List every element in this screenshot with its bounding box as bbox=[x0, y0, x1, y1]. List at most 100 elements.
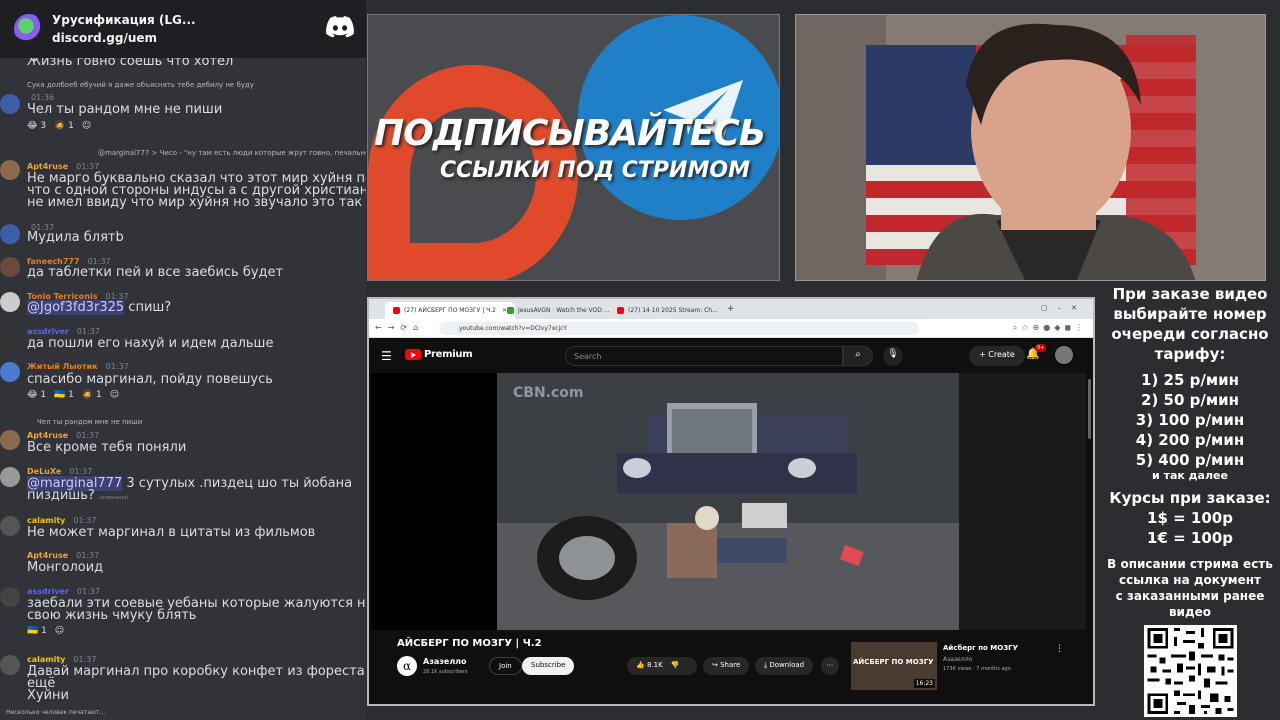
message-text: Давай маргинал про коробку конфет из фор… bbox=[27, 664, 366, 679]
username[interactable]: DeLuXe bbox=[27, 467, 61, 476]
username[interactable]: assdriver bbox=[27, 327, 69, 336]
search-icon[interactable]: ⌕ bbox=[843, 346, 873, 366]
avatar[interactable] bbox=[0, 467, 20, 487]
download-button[interactable]: ⤓ Download bbox=[755, 657, 814, 675]
reply-preview[interactable]: Сука долбоеб ебучий я даже объяснять теб… bbox=[27, 81, 254, 89]
avatar[interactable] bbox=[0, 362, 20, 382]
message-text-part: пиздишь? bbox=[27, 488, 95, 503]
new-tab-icon[interactable]: + bbox=[727, 304, 735, 314]
username[interactable]: calamity bbox=[27, 516, 65, 525]
avatar[interactable] bbox=[0, 327, 20, 347]
chat-header: Урусификация (LG... discord.gg/uem bbox=[0, 0, 366, 58]
avatar[interactable] bbox=[0, 587, 20, 607]
avatar[interactable] bbox=[0, 516, 20, 536]
username[interactable]: Житый Лыотик bbox=[27, 362, 98, 371]
user-mention[interactable]: @Jgof3fd3r325 bbox=[27, 300, 125, 315]
recommended-thumbnail[interactable]: АЙСБЕРГ ПО МОЗГУ 16:23 bbox=[851, 642, 937, 690]
browser-tab[interactable]: (27) АЙСБЕРГ ПО МОЗГУ | Ч.2 ✕ bbox=[385, 302, 516, 319]
subscribe-button[interactable]: Subscribe bbox=[522, 657, 575, 675]
message-text: спасибо маргинал, пойду повешусь bbox=[27, 372, 273, 387]
like-dislike-buttons[interactable]: 👍 8.1K 👎 bbox=[627, 657, 697, 675]
avatar[interactable] bbox=[0, 94, 20, 114]
browser-tab[interactable]: JesusAVGN · Watch the VOD ... bbox=[499, 302, 618, 319]
info-line: выбирайте номер bbox=[1113, 305, 1267, 323]
server-invite-link[interactable]: discord.gg/uem bbox=[52, 29, 196, 47]
share-label: Share bbox=[720, 661, 741, 669]
tariff-etc: и так далее bbox=[1152, 469, 1228, 482]
microphone-icon[interactable]: 🎙 bbox=[883, 346, 903, 366]
avatar[interactable] bbox=[0, 430, 20, 450]
join-button[interactable]: Join bbox=[489, 657, 522, 675]
account-avatar[interactable] bbox=[1055, 346, 1073, 364]
avatar[interactable] bbox=[0, 257, 20, 277]
description-note: ссылка на документ bbox=[1119, 573, 1261, 587]
tariff-item: 4) 200 р/мин bbox=[1135, 431, 1245, 449]
reaction[interactable]: 🇺🇦 1 bbox=[54, 390, 74, 400]
avatar[interactable] bbox=[0, 224, 20, 244]
tariff-item: 2) 50 р/мин bbox=[1141, 391, 1239, 409]
message-text: не имел ввиду что мир хуйня но звучало э… bbox=[27, 195, 363, 210]
more-vert-icon[interactable]: ⋮ bbox=[1055, 644, 1064, 654]
thumbs-down-icon[interactable]: 👎 bbox=[671, 661, 680, 669]
webcam-feed bbox=[795, 14, 1266, 281]
username[interactable]: calamity bbox=[27, 655, 65, 664]
reaction[interactable]: 😂 1 bbox=[27, 390, 46, 400]
reaction[interactable]: 🧔 1 bbox=[54, 121, 74, 131]
avatar[interactable] bbox=[0, 160, 20, 180]
reaction[interactable]: ☺ bbox=[55, 626, 64, 636]
player-side-bar bbox=[959, 373, 1086, 630]
video-frame[interactable]: CBN.com bbox=[497, 373, 959, 630]
reaction[interactable]: 🧔 1 bbox=[82, 390, 102, 400]
avatar[interactable] bbox=[0, 655, 20, 675]
channel-name[interactable]: Азазелло bbox=[423, 657, 467, 666]
video-watermark: CBN.com bbox=[513, 385, 584, 401]
window-controls[interactable]: ▢–✕ bbox=[1041, 304, 1087, 312]
server-icon[interactable] bbox=[14, 14, 44, 44]
youtube-brand: Premium bbox=[424, 349, 473, 360]
reactions[interactable]: 🇺🇦 1 ☺ bbox=[27, 626, 72, 636]
tab-title: (27) 14 10 2025 Stream: Ch... bbox=[628, 307, 718, 314]
reply-preview[interactable]: @marginal777 > Чисо - "ну там есть люди … bbox=[98, 149, 366, 157]
description-note: В описании стрима есть bbox=[1107, 557, 1273, 571]
tariff-item: 1) 25 р/мин bbox=[1141, 371, 1239, 389]
rate-usd: 1$ = 100р bbox=[1147, 509, 1233, 527]
reaction[interactable]: ☺ bbox=[82, 121, 91, 131]
message-text: да пошли его нахуй и идем дальше bbox=[27, 336, 274, 351]
video-player[interactable]: CBN.com bbox=[371, 373, 1086, 630]
banner-subtitle: ССЫЛКИ ПОД СТРИМОМ bbox=[440, 158, 750, 183]
reaction[interactable]: 😂 3 bbox=[27, 121, 46, 131]
reactions[interactable]: 😂 3 🧔 1 ☺ bbox=[27, 121, 99, 131]
channel-avatar[interactable]: α bbox=[397, 656, 417, 676]
recommended-channel[interactable]: Азазелло bbox=[943, 656, 972, 663]
create-button[interactable]: + Create bbox=[969, 346, 1025, 366]
username[interactable]: Apt4ruse bbox=[27, 162, 68, 171]
reactions[interactable]: 😂 1 🇺🇦 1 🧔 1 ☺ bbox=[27, 390, 127, 400]
username[interactable]: Apt4ruse bbox=[27, 431, 68, 440]
message-text: @Jgof3fd3r325 спиш? bbox=[27, 300, 171, 315]
reaction[interactable]: 🇺🇦 1 bbox=[27, 626, 47, 636]
nav-buttons[interactable]: ←→⟳⌂ bbox=[375, 323, 424, 332]
video-scene bbox=[497, 373, 959, 630]
page-scrollbar[interactable] bbox=[1088, 379, 1091, 439]
thumbs-up-icon[interactable]: 👍 bbox=[636, 661, 645, 669]
username[interactable]: assdriver bbox=[27, 587, 69, 596]
menu-icon[interactable]: ☰ bbox=[381, 349, 392, 363]
url-field[interactable]: youtube.com/watch?v=DCIvy7xcjcY bbox=[439, 322, 919, 335]
download-label: Download bbox=[769, 661, 805, 669]
reply-preview[interactable]: Чел ты рандом мне не пиши bbox=[37, 418, 142, 426]
timestamp: 01:37 bbox=[73, 655, 97, 664]
more-actions-icon[interactable]: ⋯ bbox=[821, 657, 839, 675]
recommended-video[interactable]: АЙСБЕРГ ПО МОЗГУ 16:23 Айсберг по МОЗГУ … bbox=[851, 642, 1091, 692]
avatar[interactable] bbox=[0, 292, 20, 312]
timestamp: 01:37 bbox=[76, 327, 100, 336]
extension-icons[interactable]: ⌕☆⊕●◆◼⋮ bbox=[1013, 323, 1087, 333]
youtube-logo[interactable]: Premium bbox=[405, 349, 473, 360]
message-text: Хуйни bbox=[27, 688, 69, 703]
recommended-title[interactable]: Айсберг по МОЗГУ bbox=[943, 644, 1018, 652]
share-button[interactable]: ↪ Share bbox=[703, 657, 750, 675]
username[interactable]: Apt4ruse bbox=[27, 551, 68, 560]
reaction[interactable]: ☺ bbox=[110, 390, 119, 400]
search-input[interactable]: Search bbox=[565, 346, 843, 366]
message-text: Не может маргинал в цитаты из фильмов bbox=[27, 525, 316, 540]
browser-tab[interactable]: (27) 14 10 2025 Stream: Ch... bbox=[609, 302, 726, 319]
